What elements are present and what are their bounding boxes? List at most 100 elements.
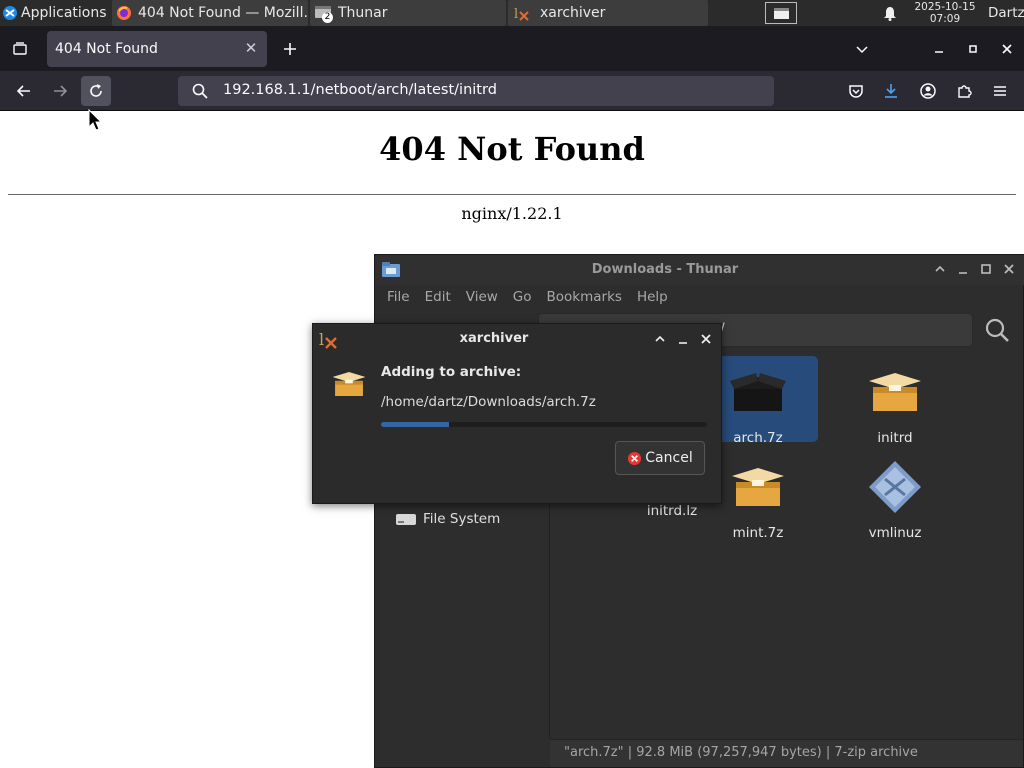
reload-icon (88, 83, 104, 99)
new-tab-button[interactable] (275, 34, 305, 64)
drive-icon (395, 511, 417, 527)
tab-title: 404 Not Found (55, 41, 158, 57)
taskbar: Applications ☰ 404 Not Found — Mozill...… (0, 0, 1024, 26)
arrow-right-icon (52, 83, 68, 99)
downloads-button[interactable] (876, 76, 906, 106)
clock[interactable]: 2025-10-15 07:09 (904, 0, 986, 26)
shade-icon[interactable] (654, 333, 666, 345)
bell-icon (883, 6, 897, 21)
archive-path: /home/dartz/Downloads/arch.7z (381, 394, 596, 410)
box-icon (835, 362, 955, 422)
task-label: xarchiver (540, 5, 606, 21)
menu-go[interactable]: Go (513, 285, 532, 309)
progress-bar (381, 422, 707, 427)
workspace-icon (765, 2, 797, 24)
menu-view[interactable]: View (466, 285, 498, 309)
sidebar-item-label: File System (423, 511, 501, 527)
search-icon[interactable] (984, 317, 1010, 343)
page-title: 404 Not Found (379, 130, 645, 168)
close-icon[interactable] (1003, 263, 1015, 275)
applications-icon (2, 5, 18, 21)
chevron-down-icon (855, 42, 869, 56)
thunar-title: Downloads - Thunar (591, 262, 739, 277)
tab-list-icon (12, 41, 28, 57)
app-menu-button[interactable] (985, 76, 1015, 106)
cancel-label: Cancel (645, 450, 693, 466)
maximize-button[interactable] (958, 34, 988, 64)
tab-close-icon[interactable]: ✕ (243, 40, 259, 56)
minimize-button[interactable] (924, 34, 954, 64)
minimize-icon[interactable] (677, 333, 689, 345)
file-item-vmlinuz[interactable]: vmlinuz (835, 451, 955, 541)
puzzle-icon (956, 83, 972, 99)
menu-edit[interactable]: Edit (425, 285, 451, 309)
minimize-icon (934, 44, 944, 54)
notification-button[interactable] (880, 0, 900, 26)
task-label: Thunar (338, 5, 388, 21)
mouse-pointer-icon (88, 109, 102, 131)
list-tabs-button[interactable] (847, 34, 877, 64)
sidebar-item-filesystem[interactable]: File System (395, 511, 500, 527)
xarchiver-title: xarchiver (459, 331, 529, 346)
pocket-button[interactable] (841, 76, 871, 106)
cancel-button[interactable]: Cancel (615, 441, 705, 475)
cancel-icon (627, 451, 642, 466)
status-bar: "arch.7z" | 92.8 MiB (97,257,947 bytes) … (550, 739, 1023, 767)
reload-button[interactable] (81, 76, 111, 106)
forward-button[interactable] (45, 76, 75, 106)
firefox-icon (116, 5, 132, 21)
svg-text:l: l (514, 7, 518, 21)
plus-icon (283, 42, 297, 56)
tab-404-not-found[interactable]: 404 Not Found ✕ (47, 31, 267, 67)
box-icon (330, 368, 368, 400)
url-text: 192.168.1.1/netboot/arch/latest/initrd (223, 82, 497, 98)
menu-bookmarks[interactable]: Bookmarks (547, 285, 622, 309)
file-name: initrd (877, 430, 913, 446)
url-bar[interactable]: 192.168.1.1/netboot/arch/latest/initrd (178, 76, 774, 106)
thunar-titlebar[interactable]: Downloads - Thunar (375, 255, 1024, 285)
pocket-icon (848, 83, 864, 99)
account-button[interactable] (913, 76, 943, 106)
back-button[interactable] (9, 76, 39, 106)
xarchiver-icon: l (514, 5, 530, 21)
workspace-switcher[interactable] (764, 0, 798, 26)
menu-file[interactable]: File (387, 285, 410, 309)
download-icon (883, 83, 899, 99)
menu-help[interactable]: Help (637, 285, 668, 309)
close-icon[interactable] (700, 333, 712, 345)
file-name: vmlinuz (868, 525, 922, 541)
dialog-heading: Adding to archive: (381, 364, 522, 380)
arrow-left-icon (16, 83, 32, 99)
maximize-icon (968, 44, 978, 54)
extensions-button[interactable] (949, 76, 979, 106)
applications-menu[interactable]: Applications ☰ (0, 0, 110, 26)
xarchiver-dialog: l xarchiver Adding to archive: /home/dar… (312, 323, 722, 504)
binary-icon (835, 457, 955, 517)
progress-fill (381, 422, 450, 427)
close-icon (1002, 44, 1012, 54)
xarchiver-titlebar[interactable]: l xarchiver (313, 324, 721, 354)
thunar-icon: 2 (314, 4, 333, 23)
task-label: 404 Not Found — Mozill... (138, 5, 308, 21)
task-thunar[interactable]: 2 Thunar (310, 0, 506, 26)
clock-time: 07:09 (929, 13, 961, 25)
thunar-menubar: File Edit View Go Bookmarks Help (375, 285, 1024, 309)
task-badge: 2 (322, 12, 333, 23)
shade-icon[interactable] (934, 263, 946, 275)
file-item-initrd[interactable]: initrd (835, 356, 955, 446)
file-name: mint.7z (732, 525, 784, 541)
server-signature: nginx/1.22.1 (461, 204, 563, 223)
minimize-icon[interactable] (957, 263, 969, 275)
tab-overview-button[interactable] (5, 34, 35, 64)
user-menu[interactable]: Dartz (988, 0, 1024, 26)
account-icon (920, 83, 936, 99)
divider (8, 194, 1016, 195)
applications-label: Applications (21, 5, 107, 21)
close-window-button[interactable] (992, 34, 1022, 64)
search-icon (192, 83, 208, 99)
maximize-icon[interactable] (980, 263, 992, 275)
task-firefox[interactable]: 404 Not Found — Mozill... (112, 0, 308, 26)
clock-date: 2025-10-15 (914, 1, 976, 13)
task-xarchiver[interactable]: l xarchiver (508, 0, 708, 26)
hamburger-icon (992, 83, 1008, 99)
